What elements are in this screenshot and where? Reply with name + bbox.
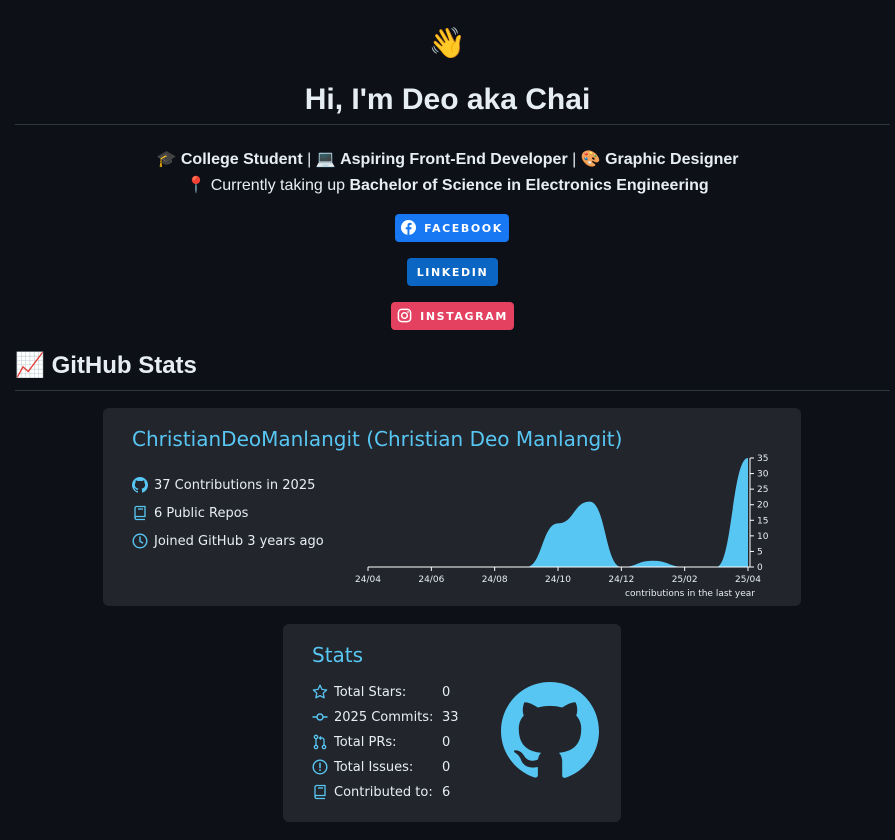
intro-line-roles: 🎓 College Student | 💻 Aspiring Front-End… — [0, 150, 895, 170]
joined-row: Joined GitHub 3 years ago — [132, 533, 324, 549]
x-tick-label: 24/08 — [482, 575, 508, 585]
role-frontend-developer: Aspiring Front-End Developer — [340, 151, 568, 168]
intro-line-education: 📍 Currently taking up Bachelor of Scienc… — [0, 176, 895, 196]
stat-value-commits: 33 — [442, 710, 459, 725]
github-stats-heading-text: GitHub Stats — [51, 352, 197, 379]
stat-value-prs: 0 — [442, 735, 451, 750]
contributions-chart: 0 5 10 15 20 25 30 35 24/04 24/06 24/08 24/10 24/12 2… — [355, 454, 769, 599]
facebook-icon — [401, 220, 417, 236]
stat-row-total-stars: Total Stars: — [312, 684, 406, 700]
y-tick-label: 15 — [757, 516, 768, 526]
github-icon — [132, 477, 148, 493]
stat-label: Total Stars: — [334, 684, 407, 700]
laptop-emoji: 💻 — [315, 151, 336, 168]
github-stats-heading: 📈 GitHub Stats — [15, 350, 197, 382]
commit-icon — [312, 709, 328, 725]
x-tick-label: 25/04 — [735, 575, 761, 585]
facebook-badge-label: FACEBOOK — [424, 221, 503, 235]
joined-text: Joined GitHub 3 years ago — [154, 533, 324, 549]
linkedin-badge-label: LINKEDIN — [416, 265, 489, 279]
stat-value-total-stars: 0 — [442, 685, 451, 700]
stat-row-issues: Total Issues: — [312, 759, 413, 775]
y-tick-label: 5 — [757, 547, 763, 557]
stat-row-prs: Total PRs: — [312, 734, 397, 750]
pull-request-icon — [312, 734, 328, 750]
section-divider — [15, 390, 890, 391]
y-tick-label: 35 — [757, 454, 768, 464]
public-repos-row: 6 Public Repos — [132, 505, 248, 521]
linkedin-badge-link[interactable]: LINKEDIN — [407, 258, 498, 286]
stat-label: Total PRs: — [334, 734, 397, 750]
issue-icon — [312, 759, 328, 775]
education-degree: Bachelor of Science in Electronics Engin… — [349, 177, 709, 194]
stat-value-contributed: 6 — [442, 785, 451, 800]
separator: | — [572, 151, 577, 168]
stats-card-title: Stats — [312, 643, 364, 667]
role-graphic-designer: Graphic Designer — [605, 151, 739, 168]
instagram-badge-label: INSTAGRAM — [420, 309, 508, 323]
education-prefix: Currently taking up — [210, 177, 345, 194]
x-tick-label: 24/12 — [608, 575, 634, 585]
x-tick-label: 24/10 — [545, 575, 571, 585]
palette-emoji: 🎨 — [580, 151, 601, 168]
contributions-row: 37 Contributions in 2025 — [132, 477, 315, 493]
x-tick-label: 24/04 — [355, 575, 381, 585]
y-tick-label: 10 — [757, 532, 769, 542]
role-college-student: College Student — [180, 151, 303, 168]
y-tick-label: 20 — [757, 501, 769, 511]
repo-icon — [312, 784, 328, 800]
title-divider — [15, 124, 890, 125]
graduation-cap-emoji: 🎓 — [156, 151, 177, 168]
contributions-text: 37 Contributions in 2025 — [154, 477, 316, 493]
contributions-area — [368, 458, 748, 567]
waving-hand-emoji: 👋 — [428, 27, 467, 60]
github-octocat-icon — [501, 682, 600, 780]
chart-caption: contributions in the last year — [625, 589, 755, 599]
chart-emoji: 📈 — [15, 352, 45, 379]
repo-icon — [132, 505, 148, 521]
stat-value-issues: 0 — [442, 760, 451, 775]
x-tick-label: 24/06 — [418, 575, 444, 585]
stat-row-contributed: Contributed to: — [312, 784, 433, 800]
profile-summary-card: ChristianDeoManlangit (Christian Deo Man… — [103, 408, 801, 606]
page-title: Hi, I'm Deo aka Chai — [304, 83, 591, 116]
facebook-badge-link[interactable]: FACEBOOK — [395, 214, 509, 242]
y-tick-label: 0 — [757, 563, 763, 573]
y-tick-label: 25 — [757, 485, 768, 495]
clock-icon — [132, 533, 148, 549]
stats-card: Stats Total Stars: 0 2025 Commits: 33 To… — [283, 624, 621, 822]
separator: | — [307, 151, 312, 168]
star-icon — [312, 684, 328, 700]
instagram-icon — [397, 308, 413, 324]
stat-label: 2025 Commits: — [334, 709, 434, 725]
public-repos-text: 6 Public Repos — [154, 505, 249, 521]
stat-label: Total Issues: — [334, 759, 414, 775]
pin-emoji: 📍 — [186, 177, 207, 194]
stat-row-commits: 2025 Commits: — [312, 709, 433, 725]
instagram-badge-link[interactable]: INSTAGRAM — [391, 302, 514, 330]
y-tick-label: 30 — [757, 470, 769, 480]
x-tick-label: 25/02 — [672, 575, 698, 585]
stat-label: Contributed to: — [334, 784, 433, 800]
